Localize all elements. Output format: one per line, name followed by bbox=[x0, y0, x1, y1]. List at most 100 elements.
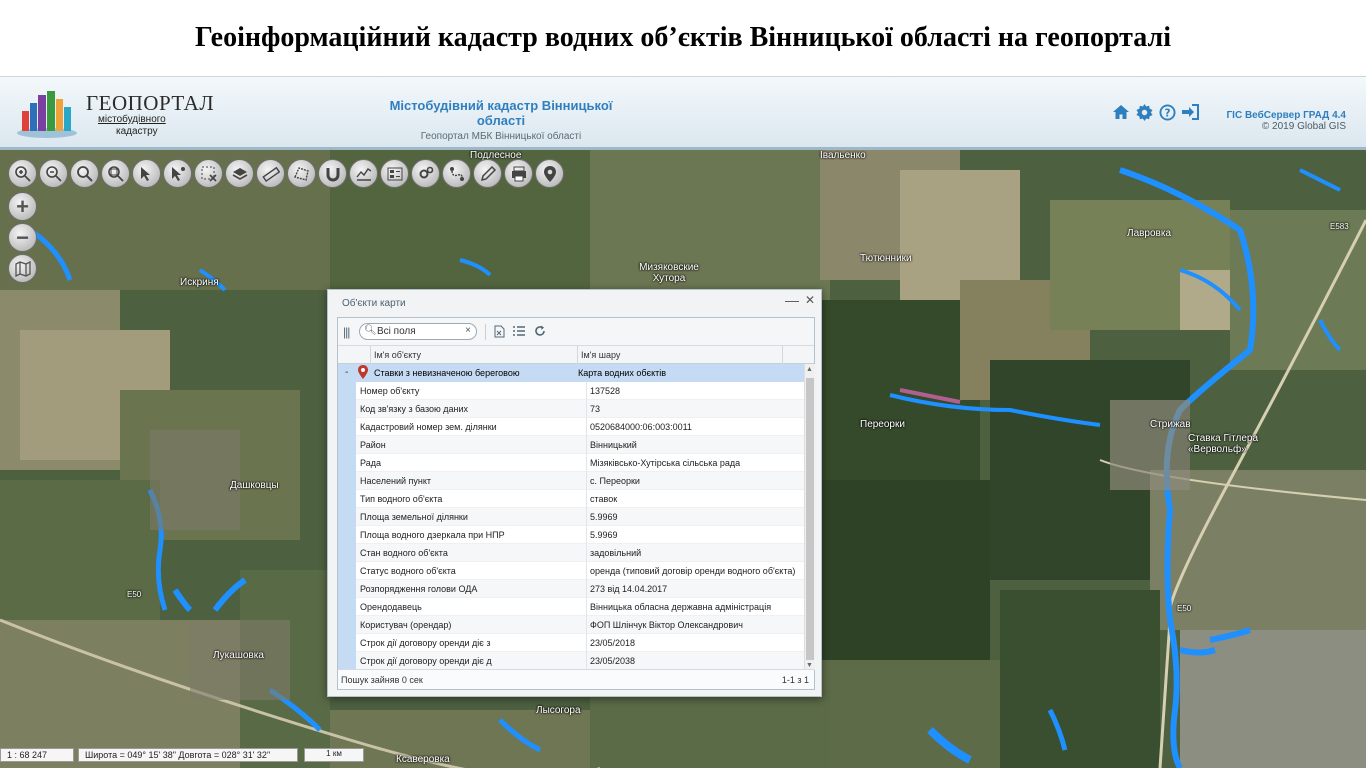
group-indent bbox=[338, 382, 356, 670]
settings-icon[interactable] bbox=[411, 159, 440, 188]
zoom-in-rect-icon[interactable] bbox=[8, 159, 37, 188]
property-row[interactable]: Тип водного об'єкта ставок bbox=[356, 490, 804, 508]
map-icon bbox=[14, 260, 31, 277]
zoom-in-button[interactable]: + bbox=[8, 192, 37, 221]
help-icon[interactable]: ? bbox=[1158, 103, 1176, 121]
gis-info: ГІС ВебСервер ГРАД 4.4 © 2019 Global GIS bbox=[1227, 110, 1347, 132]
scale-readout: 1 : 68 247 bbox=[0, 748, 74, 762]
place-label: Мизяковские Хутора bbox=[639, 262, 699, 284]
map-toolbar bbox=[8, 159, 564, 188]
column-header-object-name[interactable]: Ім'я об'єкту bbox=[370, 346, 577, 364]
zoom-out-button[interactable]: − bbox=[8, 223, 37, 252]
select-area-icon[interactable] bbox=[163, 159, 192, 188]
routing-icon[interactable] bbox=[442, 159, 471, 188]
search-placeholder: Всі поля bbox=[377, 326, 416, 337]
scroll-up-icon[interactable]: ▲ bbox=[806, 366, 813, 373]
search-field[interactable]: 🔍︎ Всі поля × bbox=[359, 323, 477, 340]
list-icon[interactable] bbox=[513, 325, 525, 340]
place-label: Ксаверовка bbox=[396, 754, 450, 765]
road-label: E50 bbox=[1177, 604, 1192, 613]
home-icon[interactable] bbox=[1112, 103, 1130, 121]
ruler-icon[interactable] bbox=[256, 159, 285, 188]
property-name: Номер об'єкту bbox=[360, 386, 420, 396]
property-value: 137528 bbox=[590, 386, 621, 396]
cell-divider bbox=[586, 436, 587, 454]
logo-title: ГЕОПОРТАЛ bbox=[86, 91, 215, 115]
property-name: Строк дії договору оренди діє д bbox=[360, 656, 492, 666]
search-extent-icon[interactable] bbox=[101, 159, 130, 188]
layers-icon[interactable] bbox=[225, 159, 254, 188]
minimize-button[interactable]: — bbox=[785, 292, 799, 308]
select-object-icon[interactable] bbox=[132, 159, 161, 188]
property-row[interactable]: Строк дії договору оренди діє з 23/05/201… bbox=[356, 634, 804, 652]
legend-icon[interactable] bbox=[380, 159, 409, 188]
basemap-button[interactable] bbox=[8, 254, 37, 283]
export-icon[interactable] bbox=[494, 325, 505, 341]
map-pin-icon[interactable] bbox=[535, 159, 564, 188]
property-row[interactable]: Площа водного дзеркала при НПР 5.9969 bbox=[356, 526, 804, 544]
property-row[interactable]: Орендодавець Вінницька обласна державна а… bbox=[356, 598, 804, 616]
scroll-down-icon[interactable]: ▼ bbox=[806, 662, 813, 669]
property-value: 5.9969 bbox=[590, 512, 618, 522]
logo-icon bbox=[17, 91, 77, 138]
gear-icon[interactable] bbox=[1135, 103, 1153, 121]
property-name: Користувач (орендар) bbox=[360, 620, 452, 630]
print-icon[interactable] bbox=[504, 159, 533, 188]
property-name: Населений пункт bbox=[360, 476, 431, 486]
dialog-status: Пошук зайняв 0 сек 1-1 з 1 bbox=[338, 669, 814, 689]
header-spacer bbox=[338, 346, 370, 364]
road-label: E50 bbox=[127, 590, 142, 599]
place-label: Искриня bbox=[180, 277, 219, 288]
property-row[interactable]: Кадастровий номер зем. ділянки 0520684000… bbox=[356, 418, 804, 436]
portal-heading: Містобудівний кадастр Вінницької області… bbox=[370, 98, 632, 142]
clear-selection-icon[interactable] bbox=[194, 159, 223, 188]
refresh-icon[interactable] bbox=[534, 325, 546, 340]
svg-text:?: ? bbox=[1164, 107, 1170, 119]
property-name: Статус водного об'єкта bbox=[360, 566, 456, 576]
clear-search-icon[interactable]: × bbox=[465, 325, 471, 336]
property-name: Район bbox=[360, 440, 386, 450]
column-header-layer-name[interactable]: Ім'я шару bbox=[577, 346, 782, 364]
property-row[interactable]: Користувач (орендар) ФОП Шлінчук Віктор О… bbox=[356, 616, 804, 634]
property-row[interactable]: Рада Мізяківсько-Хутірська сільська рада bbox=[356, 454, 804, 472]
login-icon[interactable] bbox=[1181, 103, 1199, 121]
dialog-toolbar: ||| 🔍︎ Всі поля × bbox=[338, 318, 814, 346]
result-count: 1-1 з 1 bbox=[781, 675, 809, 685]
property-value: 23/05/2018 bbox=[590, 638, 636, 648]
property-row[interactable]: Статус водного об'єкта оренда (типовий до… bbox=[356, 562, 804, 580]
measure-area-icon[interactable] bbox=[287, 159, 316, 188]
cell-divider bbox=[586, 544, 587, 562]
property-name: Площа водного дзеркала при НПР bbox=[360, 530, 505, 540]
collapse-toggle[interactable]: - bbox=[345, 367, 348, 378]
columns-icon[interactable]: ||| bbox=[343, 325, 350, 339]
scroll-thumb[interactable] bbox=[806, 378, 814, 660]
property-row[interactable]: Розпорядження голови ОДА 273 від 14.04.20… bbox=[356, 580, 804, 598]
property-row[interactable]: Номер об'єкту 137528 bbox=[356, 382, 804, 400]
place-label: Ставка Гітлера «Вервольф» bbox=[1188, 433, 1259, 455]
place-label: Переорки bbox=[860, 419, 905, 430]
cell-divider bbox=[586, 562, 587, 580]
group-object-name: Ставки з невизначеною береговою bbox=[374, 368, 520, 378]
property-row[interactable]: Населений пункт с. Переорки bbox=[356, 472, 804, 490]
place-label: Івальенко bbox=[820, 150, 866, 161]
map-objects-dialog: Об'єкти карти — ✕ ||| 🔍︎ Всі поля × Ім'я… bbox=[327, 289, 822, 697]
property-name: Кадастровий номер зем. ділянки bbox=[360, 422, 497, 432]
place-label: Лукашовка bbox=[213, 650, 264, 661]
portal-logo[interactable]: ГЕОПОРТАЛ містобудівного кадастру bbox=[16, 87, 214, 143]
property-value: 0520684000:06:003:0011 bbox=[590, 422, 692, 432]
scrollbar[interactable]: ▲ ▼ bbox=[804, 364, 815, 670]
magnet-icon[interactable] bbox=[318, 159, 347, 188]
property-row[interactable]: Стан водного об'єкта задовільний bbox=[356, 544, 804, 562]
close-button[interactable]: ✕ bbox=[805, 293, 815, 307]
group-layer-name: Карта водних обєктів bbox=[578, 368, 667, 378]
property-row[interactable]: Строк дії договору оренди діє д 23/05/203… bbox=[356, 652, 804, 670]
profile-icon[interactable] bbox=[349, 159, 378, 188]
zoom-out-rect-icon[interactable] bbox=[39, 159, 68, 188]
group-row[interactable]: - Ставки з невизначеною береговою Карта … bbox=[338, 364, 804, 382]
search-icon[interactable] bbox=[70, 159, 99, 188]
property-row[interactable]: Код зв'язку з базою даних 73 bbox=[356, 400, 804, 418]
edit-icon[interactable] bbox=[473, 159, 502, 188]
property-row[interactable]: Площа земельної ділянки 5.9969 bbox=[356, 508, 804, 526]
coordinates-readout: Широта = 049° 15' 38" Довгота = 028° 31'… bbox=[78, 748, 298, 762]
property-row[interactable]: Район Вінницький bbox=[356, 436, 804, 454]
